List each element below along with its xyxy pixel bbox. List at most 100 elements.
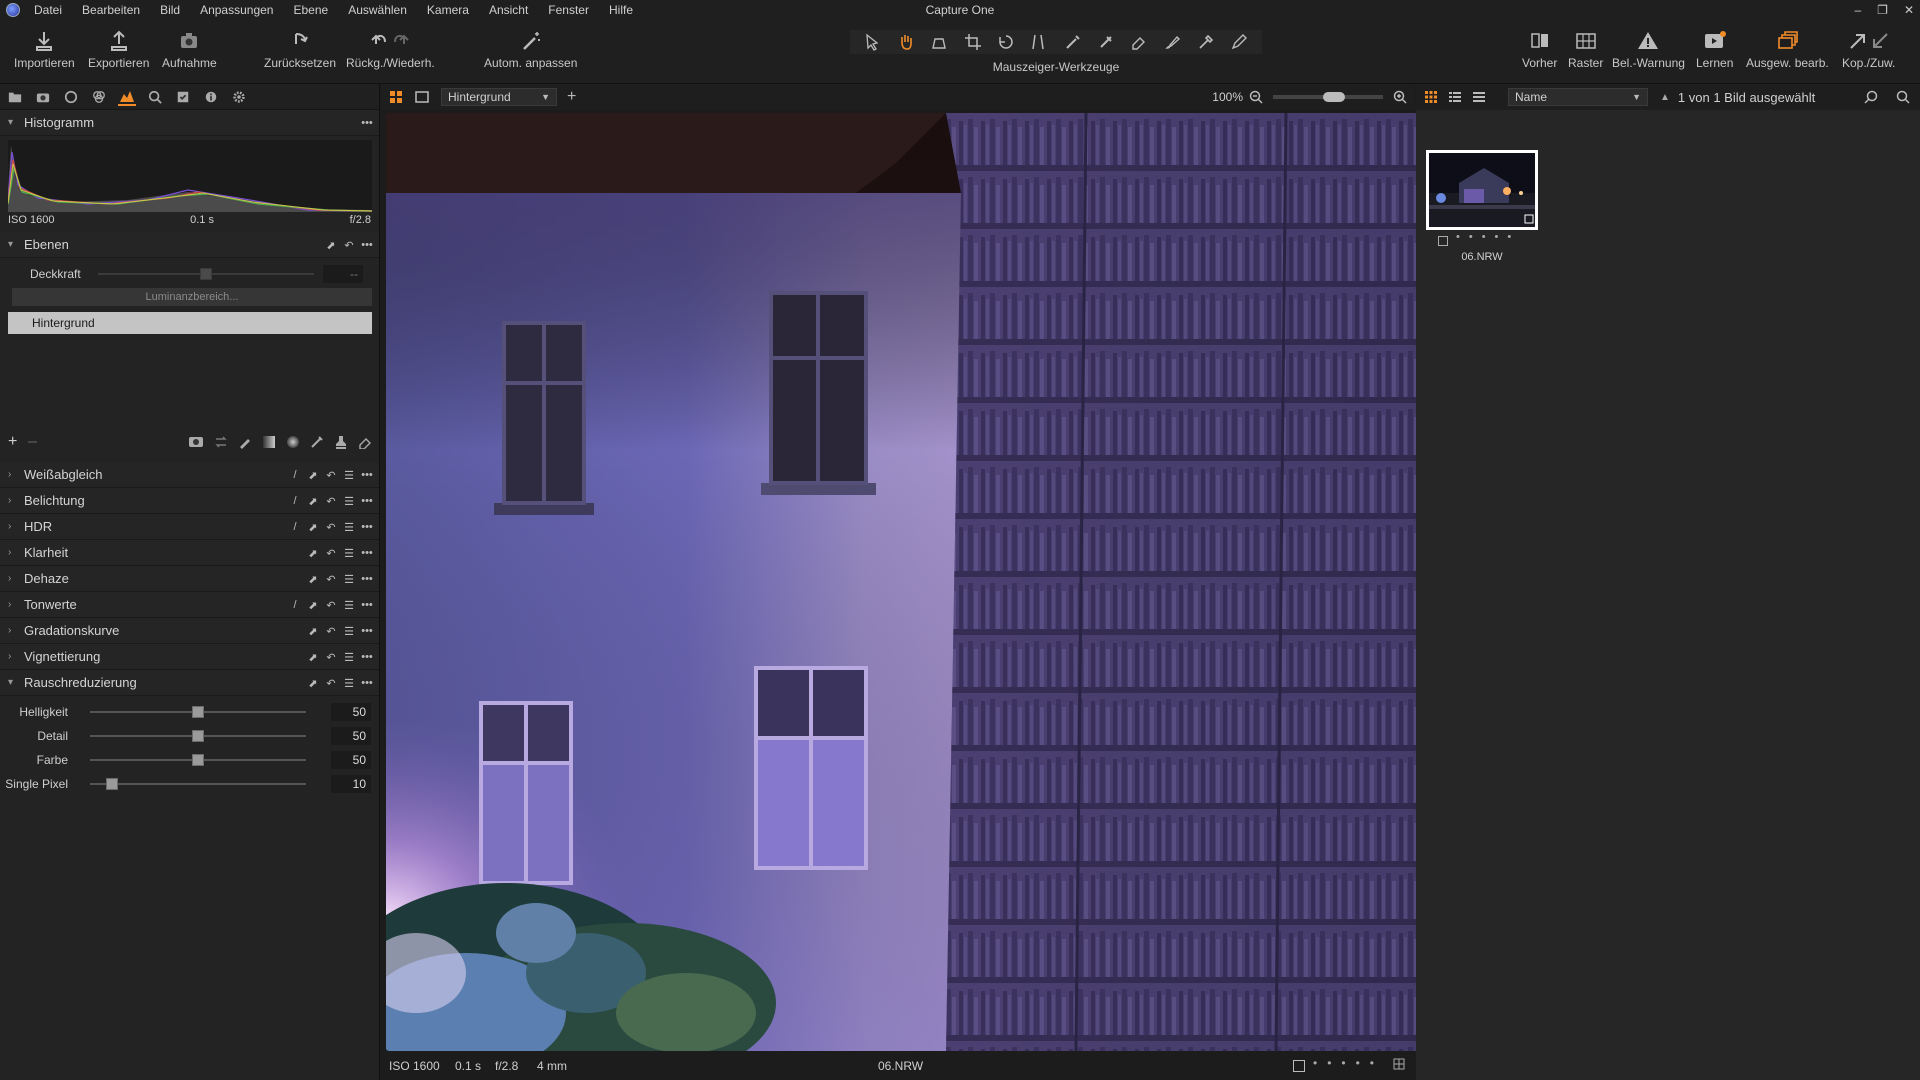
noise-slider-thumb[interactable]: [192, 754, 204, 766]
swap-icon[interactable]: [214, 435, 228, 449]
noise-slider-value[interactable]: 50: [331, 703, 371, 721]
more-options-icon[interactable]: •••: [361, 599, 373, 611]
menu-ansicht[interactable]: Ansicht: [479, 0, 538, 20]
pin-icon[interactable]: ⬈: [307, 469, 319, 482]
opacity-thumb[interactable]: [200, 268, 212, 280]
pin-icon[interactable]: ⬈: [307, 599, 319, 612]
opacity-value[interactable]: --: [323, 265, 363, 283]
noise-slider-thumb[interactable]: [105, 778, 118, 790]
presets-icon[interactable]: ☰: [343, 599, 355, 612]
capture-tab-icon[interactable]: [34, 88, 52, 106]
tool-section-header[interactable]: › HDR / ⬈ ↶ ☰ •••: [0, 514, 379, 540]
color-tab-icon[interactable]: [90, 88, 108, 106]
multi-view-icon[interactable]: [389, 90, 403, 104]
more-options-icon[interactable]: •••: [361, 547, 373, 559]
zoom-slider-thumb[interactable]: [1323, 92, 1345, 102]
reset-small-icon[interactable]: ↶: [325, 469, 337, 482]
menu-auswaehlen[interactable]: Auswählen: [338, 0, 417, 20]
reset-small-icon[interactable]: ↶: [325, 651, 337, 664]
sort-direction-icon[interactable]: ▲: [1660, 92, 1670, 103]
tool-section-header[interactable]: › Belichtung / ⬈ ↶ ☰ •••: [0, 488, 379, 514]
pin-icon[interactable]: ⬈: [325, 239, 337, 252]
presets-icon[interactable]: ☰: [343, 521, 355, 534]
rating-checkbox-icon[interactable]: [1293, 1060, 1305, 1072]
layers-header[interactable]: ▾ Ebenen ⬈ ↶ •••: [0, 232, 379, 258]
picker-icon[interactable]: /: [289, 469, 301, 481]
linear-gradient-icon[interactable]: [262, 435, 276, 449]
undo-redo-button[interactable]: Rückg./Wiederh.: [346, 30, 435, 70]
zoom-out-icon[interactable]: [1249, 90, 1263, 104]
exposure-warning-button[interactable]: Bel.-Warnung: [1612, 30, 1685, 70]
noise-slider-track[interactable]: [90, 730, 306, 742]
zoom-slider[interactable]: [1273, 92, 1383, 102]
metadata-tab-icon[interactable]: [202, 88, 220, 106]
menu-ebene[interactable]: Ebene: [283, 0, 338, 20]
pin-icon[interactable]: ⬈: [307, 495, 319, 508]
draw-mask-icon[interactable]: [238, 435, 252, 449]
picker-icon[interactable]: /: [289, 521, 301, 533]
remove-layer-icon[interactable]: –: [28, 433, 48, 451]
thumbnail-rating[interactable]: •••••: [1456, 231, 1520, 243]
pin-icon[interactable]: ⬈: [307, 521, 319, 534]
tool-section-header[interactable]: › Klarheit ⬈ ↶ ☰ •••: [0, 540, 379, 566]
noise-slider-track[interactable]: [90, 706, 306, 718]
luminance-range-button[interactable]: Luminanzbereich...: [12, 288, 372, 306]
adjustments-tab-icon[interactable]: [174, 88, 192, 106]
more-options-icon[interactable]: •••: [361, 117, 373, 129]
before-after-button[interactable]: Vorher: [1522, 30, 1557, 70]
browser-zoom-icon[interactable]: [1864, 90, 1878, 104]
details-tab-icon[interactable]: [146, 88, 164, 106]
radial-gradient-icon[interactable]: [286, 435, 300, 449]
menu-kamera[interactable]: Kamera: [417, 0, 479, 20]
reset-small-icon[interactable]: ↶: [325, 547, 337, 560]
auto-adjust-button[interactable]: Autom. anpassen: [484, 30, 577, 70]
heal-mask-icon[interactable]: [310, 435, 324, 449]
more-options-icon[interactable]: •••: [361, 651, 373, 663]
exposure-tab-icon[interactable]: [118, 88, 136, 106]
reset-small-icon[interactable]: ↶: [325, 521, 337, 534]
export-button[interactable]: Exportieren: [88, 30, 149, 70]
select-cursor-icon[interactable]: [864, 33, 882, 51]
brush-icon[interactable]: [1164, 33, 1182, 51]
more-options-icon[interactable]: •••: [361, 625, 373, 637]
more-options-icon[interactable]: •••: [361, 677, 373, 689]
presets-icon[interactable]: ☰: [343, 625, 355, 638]
crop-icon[interactable]: [964, 33, 982, 51]
presets-icon[interactable]: ☰: [343, 677, 355, 690]
add-layer-viewer-icon[interactable]: +: [567, 88, 576, 106]
close-icon[interactable]: ✕: [1904, 3, 1914, 17]
more-options-icon[interactable]: •••: [361, 495, 373, 507]
opacity-slider[interactable]: [98, 268, 314, 280]
settings-tab-icon[interactable]: [230, 88, 248, 106]
eraser-icon[interactable]: [1130, 33, 1148, 51]
sort-select[interactable]: Name ▼: [1508, 88, 1648, 106]
reset-small-icon[interactable]: ↶: [325, 573, 337, 586]
image-viewer[interactable]: [386, 113, 1416, 1051]
zoom-in-icon[interactable]: [1393, 90, 1407, 104]
pin-icon[interactable]: ⬈: [307, 651, 319, 664]
rating-stars[interactable]: •••••: [1313, 1056, 1384, 1070]
spot-removal-icon[interactable]: [1064, 33, 1082, 51]
tool-section-header[interactable]: › Gradationskurve ⬈ ↶ ☰ •••: [0, 618, 379, 644]
noise-slider-value[interactable]: 50: [331, 727, 371, 745]
thumbnail[interactable]: [1426, 150, 1538, 230]
edit-selected-button[interactable]: Ausgew. bearb.: [1746, 30, 1829, 70]
heal-brush-icon[interactable]: [1097, 33, 1115, 51]
reset-small-icon[interactable]: ↶: [343, 239, 355, 252]
lens-tab-icon[interactable]: [62, 88, 80, 106]
menu-bild[interactable]: Bild: [150, 0, 190, 20]
tool-section-header[interactable]: › Weißabgleich / ⬈ ↶ ☰ •••: [0, 462, 379, 488]
loupe-tool-icon[interactable]: [930, 33, 948, 51]
copy-apply-button[interactable]: Kop./Zuw.: [1842, 30, 1895, 70]
more-options-icon[interactable]: •••: [361, 573, 373, 585]
more-options-icon[interactable]: •••: [361, 239, 373, 251]
pin-icon[interactable]: ⬈: [307, 677, 319, 690]
more-options-icon[interactable]: •••: [361, 521, 373, 533]
mask-visibility-icon[interactable]: [188, 435, 204, 449]
presets-icon[interactable]: ☰: [343, 495, 355, 508]
reset-small-icon[interactable]: ↶: [325, 495, 337, 508]
noise-slider-thumb[interactable]: [192, 730, 204, 742]
tool-section-header[interactable]: ▾ Rauschreduzierung ⬈ ↶ ☰ •••: [0, 670, 379, 696]
filmstrip-view-icon[interactable]: [1472, 90, 1486, 104]
thumbnail-view-icon[interactable]: [1424, 90, 1438, 104]
